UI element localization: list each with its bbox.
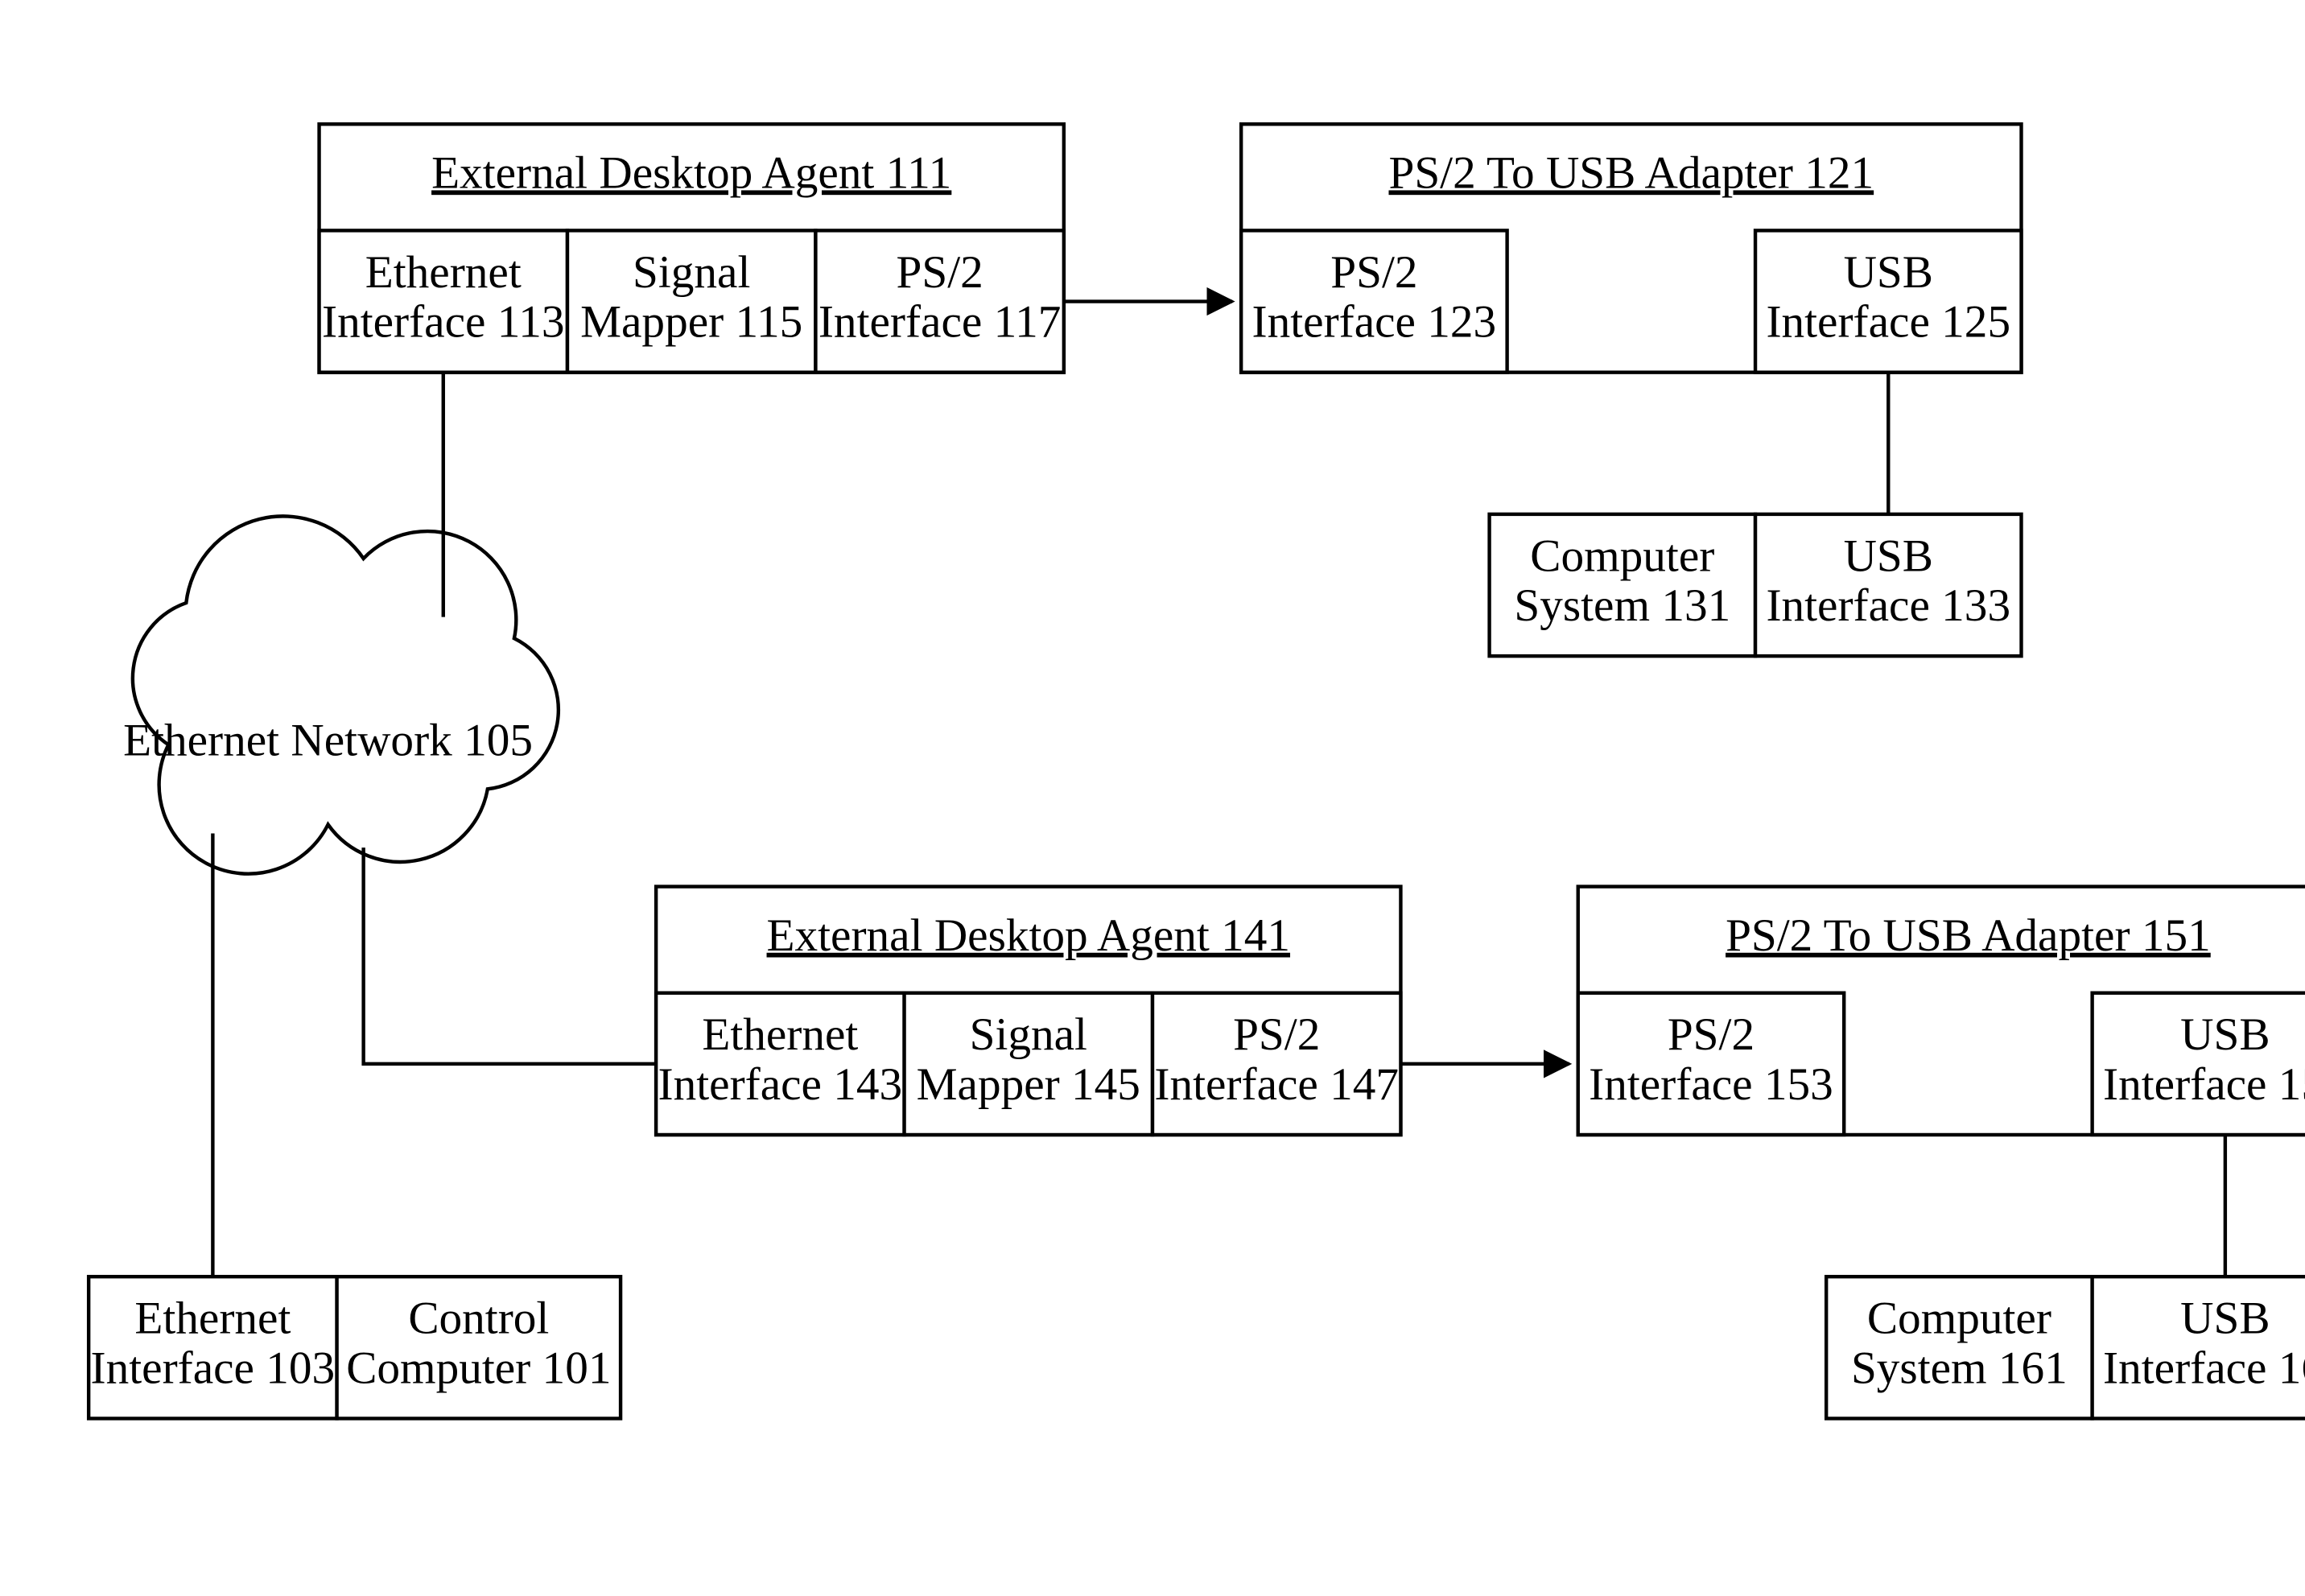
adapter-121-title: PS/2 To USB Adapter 121 <box>1388 147 1874 198</box>
svg-text:Interface 113: Interface 113 <box>322 297 565 348</box>
usb-interface-125: USB <box>1844 247 1933 298</box>
computer-system-161: Computer <box>1867 1293 2051 1344</box>
svg-text:Interface 153: Interface 153 <box>1589 1059 1833 1110</box>
ps2-interface-147: PS/2 <box>1233 1009 1320 1060</box>
svg-text:System 131: System 131 <box>1514 580 1730 631</box>
connector-105-to-143 <box>364 847 657 1064</box>
svg-text:System 161: System 161 <box>1851 1342 2068 1393</box>
agent-141-title: External Desktop Agent 141 <box>767 910 1290 961</box>
svg-text:Interface 147: Interface 147 <box>1154 1059 1399 1110</box>
svg-text:Interface 125: Interface 125 <box>1766 297 2010 348</box>
svg-text:Interface 117: Interface 117 <box>819 297 1062 348</box>
ps2-interface-153: PS/2 <box>1668 1009 1755 1060</box>
control-computer-block: Ethernet Interface 103 Control Computer … <box>89 1276 621 1418</box>
computer-system-131: Computer <box>1530 530 1714 581</box>
agent-111-title: External Desktop Agent 111 <box>431 147 951 198</box>
svg-text:Interface 143: Interface 143 <box>658 1059 903 1110</box>
ethernet-interface-103: Ethernet <box>134 1293 291 1344</box>
computer-system-161-block: Computer System 161 USB Interface 163 <box>1826 1276 2305 1418</box>
svg-text:Interface 123: Interface 123 <box>1252 297 1497 348</box>
ps2-interface-123: PS/2 <box>1330 247 1417 298</box>
ethernet-interface-113: Ethernet <box>365 247 522 298</box>
adapter-151-title: PS/2 To USB Adapter 151 <box>1726 910 2211 961</box>
diagram-canvas: External Desktop Agent 111 Ethernet Inte… <box>0 0 2305 1596</box>
usb-interface-163: USB <box>2180 1293 2270 1344</box>
svg-text:Computer 101: Computer 101 <box>346 1342 611 1393</box>
usb-interface-133: USB <box>1844 530 1933 581</box>
svg-text:Mapper 145: Mapper 145 <box>917 1059 1140 1110</box>
external-desktop-agent-141: External Desktop Agent 141 Ethernet Inte… <box>656 887 1400 1135</box>
svg-text:Interface 163: Interface 163 <box>2103 1342 2305 1393</box>
svg-text:Interface 103: Interface 103 <box>91 1342 336 1393</box>
ethernet-network-105: Ethernet Network 105 <box>123 516 559 873</box>
external-desktop-agent-111: External Desktop Agent 111 Ethernet Inte… <box>320 124 1064 372</box>
ps2-usb-adapter-151: PS/2 To USB Adapter 151 PS/2 Interface 1… <box>1578 887 2305 1135</box>
svg-text:Ethernet Network 105: Ethernet Network 105 <box>123 715 533 765</box>
ps2-usb-adapter-121: PS/2 To USB Adapter 121 PS/2 Interface 1… <box>1241 124 2021 372</box>
ps2-interface-117: PS/2 <box>897 247 983 298</box>
svg-text:Interface 133: Interface 133 <box>1766 580 2010 631</box>
signal-mapper-145: Signal <box>970 1009 1087 1060</box>
ethernet-interface-143: Ethernet <box>702 1009 858 1060</box>
svg-text:Mapper 115: Mapper 115 <box>580 297 802 348</box>
control-computer-101: Control <box>408 1293 549 1344</box>
svg-text:Interface 155: Interface 155 <box>2103 1059 2305 1110</box>
computer-system-131-block: Computer System 131 USB Interface 133 <box>1490 514 2022 656</box>
signal-mapper-115: Signal <box>633 247 750 298</box>
usb-interface-155: USB <box>2180 1009 2270 1060</box>
